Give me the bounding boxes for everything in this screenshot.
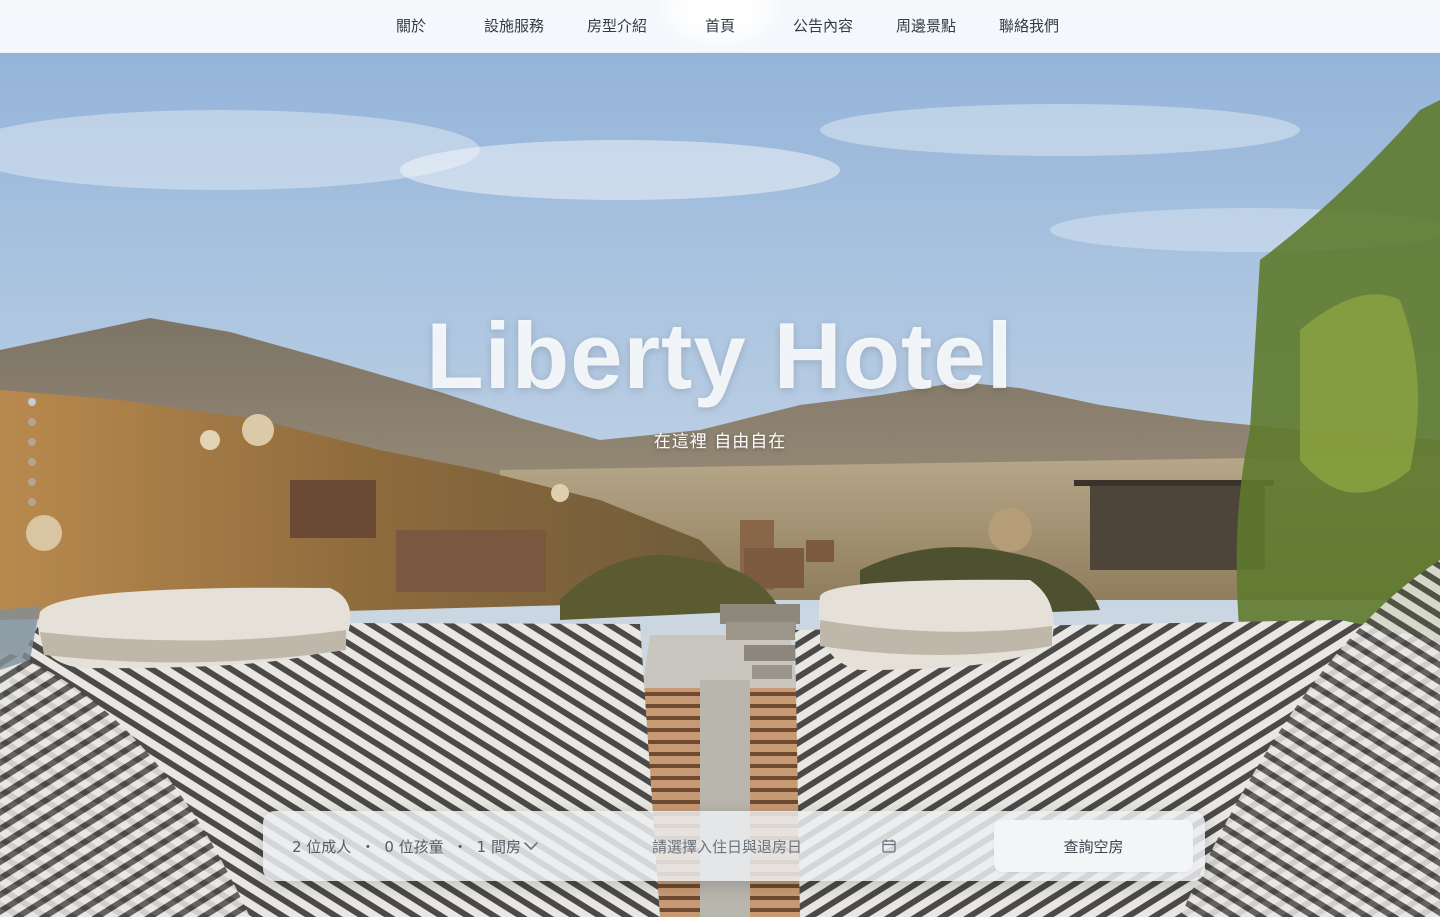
nav-item-announcements[interactable]: 公告內容 xyxy=(772,0,875,53)
nav-item-facilities[interactable]: 設施服務 xyxy=(463,0,566,53)
nav-item-rooms[interactable]: 房型介紹 xyxy=(566,0,669,53)
nav-item-contact[interactable]: 聯絡我們 xyxy=(978,0,1081,53)
guests-selector[interactable]: 2 位成人 ・ 0 位孩童 ・ 1 間房 xyxy=(263,811,553,881)
search-availability-button[interactable]: 查詢空房 xyxy=(994,820,1193,872)
slide-dot[interactable] xyxy=(28,398,36,406)
slide-dot[interactable] xyxy=(28,418,36,426)
separator: ・ xyxy=(452,837,468,856)
adults-count: 2 位成人 xyxy=(292,837,352,856)
slide-dot[interactable] xyxy=(28,498,36,506)
hero-banner: Liberty Hotel 在這裡 自由自在 xyxy=(0,0,1440,917)
slide-dot[interactable] xyxy=(28,438,36,446)
top-navigation: 關於 設施服務 房型介紹 首頁 公告內容 周邊景點 聯絡我們 xyxy=(0,0,1440,53)
nav-item-about[interactable]: 關於 xyxy=(360,0,463,53)
calendar-icon[interactable] xyxy=(881,838,897,854)
slide-indicator xyxy=(28,398,36,506)
slide-dot[interactable] xyxy=(28,458,36,466)
hero-background-image xyxy=(0,0,1440,917)
date-range-picker[interactable]: 請選擇入住日與退房日 xyxy=(553,811,923,881)
hero-subtitle: 在這裡 自由自在 xyxy=(653,432,787,452)
nav-item-home[interactable]: 首頁 xyxy=(669,0,772,53)
nav-item-attractions[interactable]: 周邊景點 xyxy=(875,0,978,53)
booking-bar: 2 位成人 ・ 0 位孩童 ・ 1 間房 請選擇入住日與退房日 查詢空房 xyxy=(263,811,1205,881)
children-count: 0 位孩童 xyxy=(384,837,444,856)
hero-title: Liberty Hotel xyxy=(426,303,1014,408)
slide-dot[interactable] xyxy=(28,478,36,486)
chevron-down-icon[interactable] xyxy=(523,841,539,851)
date-placeholder: 請選擇入住日與退房日 xyxy=(652,837,803,856)
rooms-count: 1 間房 xyxy=(476,837,521,856)
separator: ・ xyxy=(360,837,376,856)
